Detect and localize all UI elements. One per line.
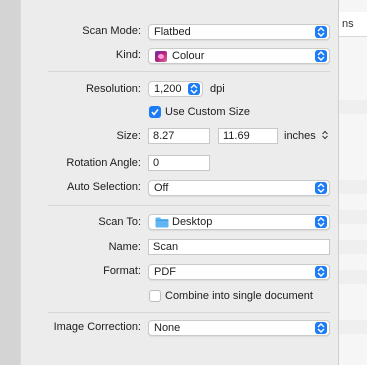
custom-size-checkbox[interactable]	[149, 106, 161, 118]
scan-to-select[interactable]: Desktop	[148, 214, 330, 230]
auto-selection-value: Off	[154, 182, 169, 194]
format-select[interactable]: PDF	[148, 264, 330, 280]
resolution-value: 1,200	[154, 83, 182, 95]
name-label: Name:	[108, 241, 141, 253]
combine-label: Combine into single document	[165, 290, 313, 302]
size-width-value: 8.27	[153, 130, 175, 142]
rotation-value: 0	[153, 157, 160, 169]
background-tab: ns	[338, 12, 367, 37]
image-correction-select[interactable]: None	[148, 320, 330, 336]
scan-mode-select[interactable]: Flatbed	[148, 24, 330, 40]
background-row	[338, 210, 367, 224]
section-divider	[48, 205, 330, 206]
rotation-field[interactable]: 0	[148, 155, 210, 171]
auto-selection-select[interactable]: Off	[148, 180, 330, 196]
chevron-updown-icon	[315, 182, 327, 194]
section-divider	[48, 71, 330, 72]
background-row	[338, 100, 367, 114]
resolution-unit: dpi	[210, 83, 225, 95]
chevron-updown-icon	[315, 322, 327, 334]
chevron-updown-icon	[322, 130, 328, 140]
background-row	[338, 320, 367, 334]
rotation-label: Rotation Angle:	[66, 157, 141, 169]
chevron-updown-icon	[315, 216, 327, 228]
scan-mode-value: Flatbed	[154, 26, 191, 38]
name-value: Scan	[153, 241, 179, 253]
size-height-value: 11.69	[223, 130, 250, 142]
kind-value: Colour	[172, 50, 205, 62]
scan-to-label: Scan To:	[98, 216, 141, 228]
size-height-field[interactable]: 11.69	[218, 128, 278, 144]
auto-selection-label: Auto Selection:	[67, 181, 141, 193]
resolution-label: Resolution:	[85, 83, 141, 95]
size-label: Size:	[116, 130, 141, 142]
folder-icon	[155, 217, 169, 228]
background-tab-label: ns	[342, 18, 354, 30]
background-row	[338, 240, 367, 254]
chevron-updown-icon	[315, 26, 327, 38]
chevron-updown-icon	[188, 83, 200, 95]
kind-select[interactable]: Colour	[148, 48, 330, 64]
chevron-updown-icon	[315, 266, 327, 278]
name-field[interactable]: Scan	[148, 239, 330, 255]
kind-label: Kind:	[115, 49, 141, 61]
format-label: Format:	[103, 265, 141, 277]
scan-to-value: Desktop	[172, 216, 213, 228]
section-divider	[48, 312, 330, 313]
image-correction-label: Image Correction:	[53, 321, 141, 333]
background-row	[338, 270, 367, 284]
combine-checkbox[interactable]	[149, 290, 161, 302]
custom-size-label: Use Custom Size	[165, 106, 250, 118]
resolution-select[interactable]: 1,200	[148, 81, 203, 97]
size-width-field[interactable]: 8.27	[148, 128, 210, 144]
background-row	[338, 180, 367, 194]
scan-mode-label: Scan Mode:	[82, 25, 141, 37]
size-units-popup[interactable]: inches	[284, 130, 316, 142]
chevron-updown-icon	[315, 50, 327, 62]
image-correction-value: None	[154, 322, 181, 334]
window-edge	[0, 0, 20, 365]
format-value: PDF	[154, 266, 176, 278]
colour-swatch-icon	[155, 51, 167, 62]
